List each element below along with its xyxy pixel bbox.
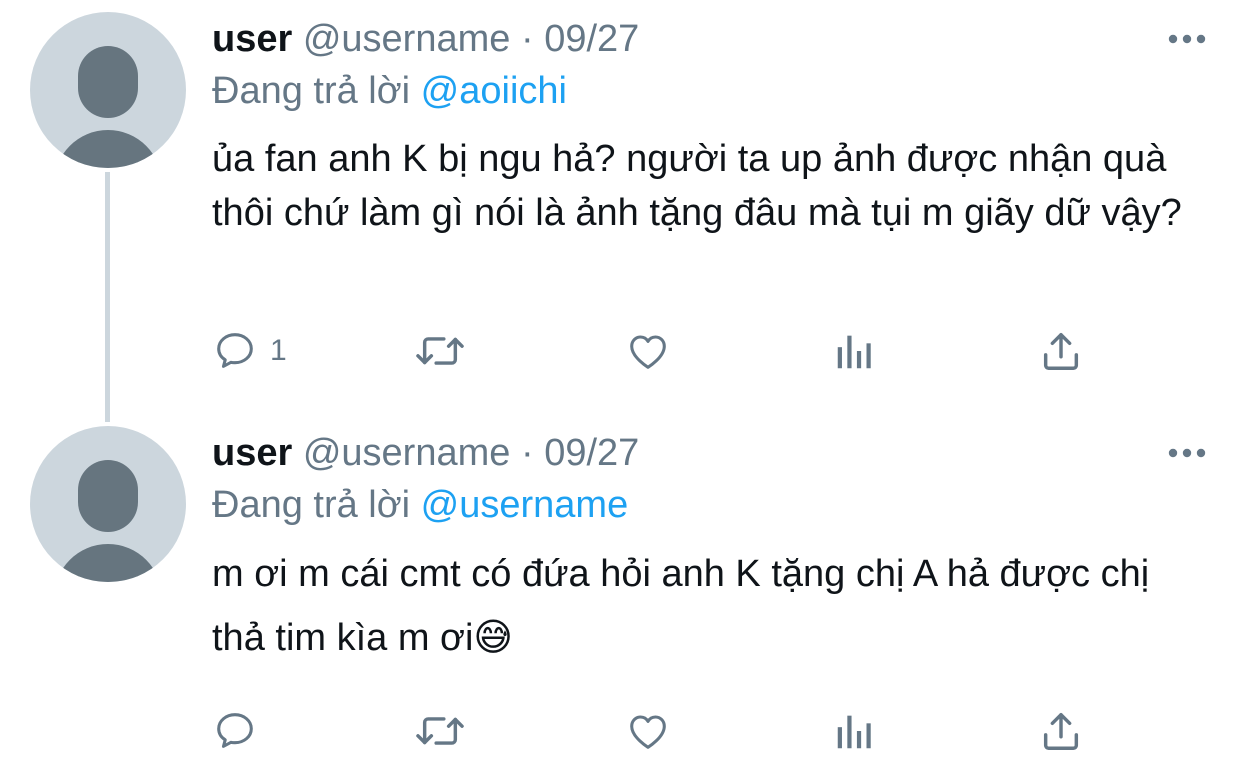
share-upload-icon: [1043, 332, 1079, 370]
retweet-icon: [416, 337, 464, 365]
like-button[interactable]: [624, 326, 672, 376]
user-handle[interactable]: @username: [303, 432, 511, 474]
reply-bubble-icon: [217, 713, 253, 748]
tweet[interactable]: user @username · 09/27 Đang trả lời @aoi…: [0, 0, 1242, 422]
retweet-button[interactable]: [412, 326, 468, 376]
tweet-text: m ơi m cái cmt có đứa hỏi anh K tặng chị…: [212, 542, 1192, 670]
share-upload-icon: [1043, 712, 1079, 750]
avatar-body-shape: [54, 130, 162, 168]
more-dots-icon: [1168, 34, 1206, 44]
avatar[interactable]: [30, 12, 186, 168]
tweet-header: user @username · 09/27: [212, 14, 639, 64]
retweet-icon: [416, 717, 464, 745]
mention-link[interactable]: @aoiichi: [421, 70, 567, 112]
replying-to: Đang trả lời @aoiichi: [212, 66, 567, 116]
tweet-date[interactable]: 09/27: [544, 18, 639, 60]
reply-count: 1: [270, 334, 287, 367]
action-bar: 1: [212, 326, 1112, 376]
action-bar: [212, 706, 1112, 756]
separator: ·: [520, 18, 534, 60]
replying-to-label: Đang trả lời: [212, 484, 411, 526]
analytics-bars-icon: [837, 715, 871, 749]
tweet-text: ủa fan anh K bị ngu hả? người ta up ảnh …: [212, 138, 1182, 234]
more-options-button[interactable]: [1162, 24, 1212, 54]
mention-link[interactable]: @username: [421, 484, 629, 526]
share-button[interactable]: [1038, 706, 1084, 756]
emoji-sweat-smile: 😅: [473, 617, 514, 659]
avatar-head-shape: [78, 46, 138, 118]
display-name[interactable]: user: [212, 18, 292, 60]
tweet-text-body: m ơi m cái cmt có đứa hỏi anh K tặng chị…: [212, 553, 1150, 659]
replying-to: Đang trả lời @username: [212, 480, 628, 530]
reply-bubble-icon: [217, 333, 253, 368]
avatar-body-shape: [54, 544, 162, 582]
avatar[interactable]: [30, 426, 186, 582]
reply-button[interactable]: [212, 706, 270, 756]
analytics-bars-icon: [837, 335, 871, 369]
analytics-button[interactable]: [832, 326, 878, 376]
replying-to-label: Đang trả lời: [212, 70, 411, 112]
retweet-button[interactable]: [412, 706, 468, 756]
thread-line: [105, 172, 110, 422]
separator: ·: [520, 432, 534, 474]
tweet-date[interactable]: 09/27: [544, 432, 639, 474]
share-button[interactable]: [1038, 326, 1084, 376]
display-name[interactable]: user: [212, 432, 292, 474]
heart-icon: [630, 715, 666, 749]
tweet-header: user @username · 09/27: [212, 428, 639, 478]
user-handle[interactable]: @username: [303, 18, 511, 60]
avatar-head-shape: [78, 460, 138, 532]
reply-button[interactable]: 1: [212, 326, 287, 376]
analytics-button[interactable]: [832, 706, 878, 756]
more-dots-icon: [1168, 448, 1206, 458]
like-button[interactable]: [624, 706, 672, 756]
heart-icon: [630, 335, 666, 369]
tweet[interactable]: user @username · 09/27 Đang trả lời @use…: [0, 414, 1242, 772]
more-options-button[interactable]: [1162, 438, 1212, 468]
